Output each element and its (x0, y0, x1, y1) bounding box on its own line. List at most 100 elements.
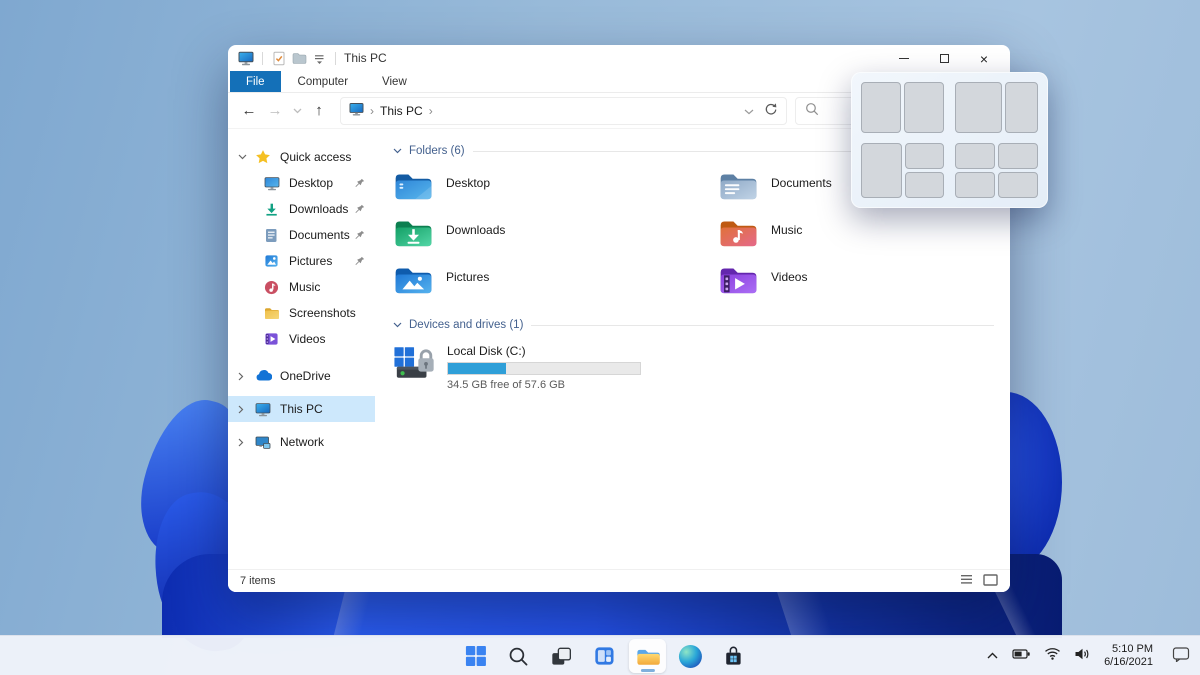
music-folder-icon (718, 216, 759, 250)
star-icon (255, 149, 272, 166)
downloads-folder-icon (393, 216, 434, 250)
folder-item-desktop[interactable]: Desktop (393, 169, 718, 203)
address-bar[interactable]: › This PC › (340, 97, 787, 125)
windows-logo-icon (464, 645, 486, 667)
divider (531, 325, 994, 326)
breadcrumb[interactable]: This PC (380, 104, 423, 118)
chevron-right-icon[interactable] (238, 372, 255, 381)
edge-button[interactable] (672, 639, 709, 673)
thispc-window-icon (236, 48, 256, 68)
sidebar-item-this-pc[interactable]: This PC (228, 396, 375, 422)
sidebar-item-downloads[interactable]: Downloads (228, 196, 375, 222)
navigation-pane: Quick access Desktop Downloads Documents (228, 129, 375, 554)
desktop: This PC × File Computer View ← → ↑ (0, 0, 1200, 675)
task-view-button[interactable] (543, 639, 580, 673)
file-explorer-button[interactable] (629, 639, 666, 673)
thispc-icon (255, 401, 272, 418)
taskbar-clock[interactable]: 5:10 PM 6/16/2021 (1104, 643, 1153, 669)
window-controls: × (884, 45, 1004, 72)
drive-item-local-disk-c[interactable]: Local Disk (C:) 34.5 GB free of 57.6 GB (393, 344, 994, 391)
status-bar: 7 items (228, 569, 1010, 592)
divider (262, 52, 263, 65)
location-monitor-icon (349, 102, 364, 119)
sidebar-item-documents[interactable]: Documents (228, 222, 375, 248)
videos-icon (264, 331, 281, 348)
properties-button[interactable] (269, 48, 289, 68)
recent-locations-chevron[interactable] (288, 98, 306, 124)
sidebar-item-videos[interactable]: Videos (228, 326, 375, 352)
network-icon (255, 434, 272, 451)
clock-time: 5:10 PM (1104, 643, 1153, 656)
desktop-icon (264, 175, 281, 192)
tab-file[interactable]: File (230, 71, 281, 92)
task-view-icon (550, 645, 573, 668)
sidebar-item-onedrive[interactable]: OneDrive (228, 363, 375, 389)
snap-layout-half-plus-quarters[interactable] (861, 143, 944, 199)
minimize-button[interactable] (884, 45, 924, 72)
pin-icon (354, 230, 365, 241)
close-button[interactable]: × (964, 45, 1004, 72)
up-button[interactable]: ↑ (306, 98, 332, 124)
sidebar-item-screenshots[interactable]: Screenshots (228, 300, 375, 326)
customize-toolbar-button[interactable] (309, 48, 329, 68)
chevron-down-icon[interactable] (238, 154, 255, 160)
title-bar[interactable]: This PC × (228, 45, 1010, 71)
hidden-icons-chevron[interactable] (986, 647, 999, 665)
refresh-icon[interactable] (764, 102, 778, 119)
clock-date: 6/16/2021 (1104, 656, 1153, 669)
folder-item-pictures[interactable]: Pictures (393, 263, 718, 297)
tab-computer[interactable]: Computer (281, 71, 366, 92)
breadcrumb-separator[interactable]: › (429, 104, 433, 118)
snap-layout-quad[interactable] (955, 143, 1038, 199)
back-button[interactable]: ← (236, 98, 262, 124)
system-tray: 5:10 PM 6/16/2021 (986, 636, 1190, 675)
chevron-right-icon[interactable] (238, 438, 255, 447)
pin-icon (354, 204, 365, 215)
tab-view[interactable]: View (365, 71, 424, 92)
onedrive-icon (255, 368, 272, 385)
maximize-button[interactable] (924, 45, 964, 72)
folder-item-videos[interactable]: Videos (718, 263, 994, 297)
sidebar-item-quick-access[interactable]: Quick access (228, 144, 375, 170)
disk-usage-bar (447, 362, 641, 375)
file-explorer-icon (635, 646, 660, 667)
address-dropdown-chevron[interactable] (744, 104, 754, 118)
forward-button[interactable]: → (262, 98, 288, 124)
new-folder-button[interactable] (289, 48, 309, 68)
store-icon (722, 645, 745, 668)
sidebar-item-network[interactable]: Network (228, 429, 375, 455)
sidebar-item-pictures[interactable]: Pictures (228, 248, 375, 274)
local-disk-icon (393, 344, 437, 381)
group-header-devices[interactable]: Devices and drives (1) (393, 315, 994, 335)
taskbar-search-button[interactable] (500, 639, 537, 673)
pin-icon (354, 178, 365, 189)
documents-icon (264, 227, 281, 244)
folder-icon (264, 305, 281, 322)
folder-item-music[interactable]: Music (718, 216, 994, 250)
details-view-icon[interactable] (960, 574, 973, 588)
notification-center-icon[interactable] (1172, 646, 1190, 667)
window-title: This PC (344, 51, 387, 65)
thumbnail-view-icon[interactable] (983, 574, 998, 589)
chevron-right-icon[interactable] (238, 405, 255, 414)
pin-icon (354, 256, 365, 267)
volume-icon[interactable] (1074, 647, 1091, 666)
snap-layout-two-unequal[interactable] (955, 82, 1038, 133)
breadcrumb-separator: › (370, 104, 374, 118)
snap-layout-two-halves[interactable] (861, 82, 944, 133)
sidebar-item-desktop[interactable]: Desktop (228, 170, 375, 196)
pictures-folder-icon (393, 263, 434, 297)
items-count: 7 items (240, 575, 275, 587)
divider (335, 52, 336, 65)
desktop-folder-icon (393, 169, 434, 203)
documents-folder-icon (718, 169, 759, 203)
widgets-button[interactable] (586, 639, 623, 673)
wifi-icon[interactable] (1044, 647, 1061, 665)
battery-icon[interactable] (1012, 647, 1031, 666)
start-button[interactable] (457, 639, 494, 673)
downloads-icon (264, 201, 281, 218)
folder-item-downloads[interactable]: Downloads (393, 216, 718, 250)
music-icon (264, 279, 281, 296)
sidebar-item-music[interactable]: Music (228, 274, 375, 300)
microsoft-store-button[interactable] (715, 639, 752, 673)
